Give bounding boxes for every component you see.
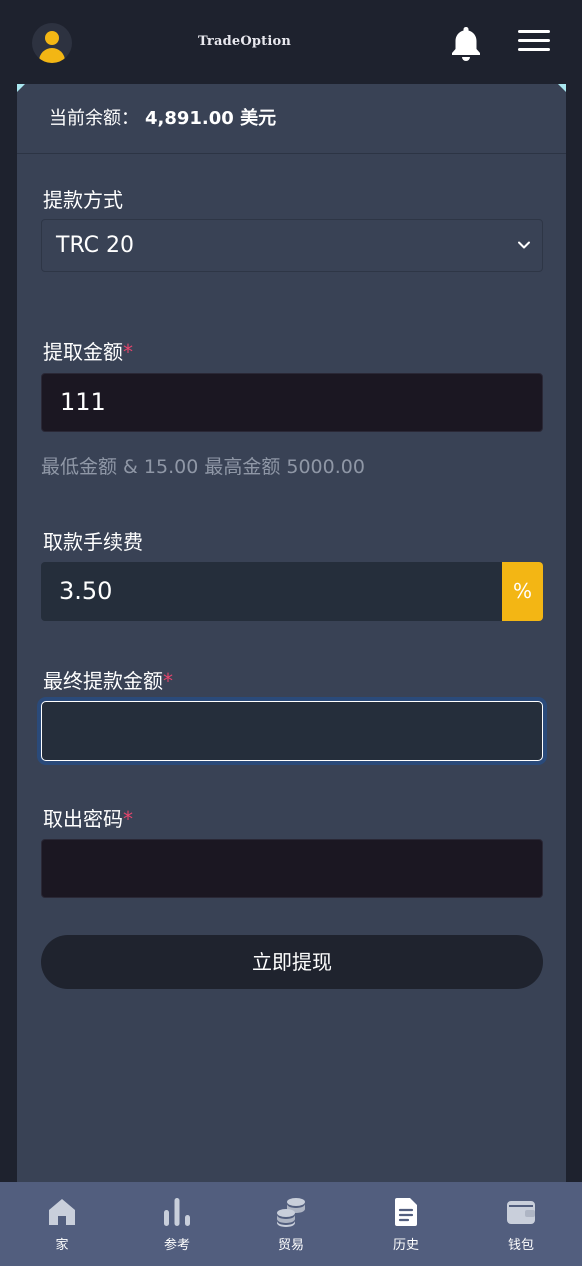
- withdraw-now-button[interactable]: 立即提现: [41, 935, 543, 989]
- required-mark: *: [163, 669, 173, 693]
- home-icon: [49, 1199, 75, 1225]
- nav-item-wallet[interactable]: 钱包: [476, 1182, 566, 1266]
- user-icon[interactable]: [32, 23, 72, 63]
- nav-item-trade[interactable]: 贸易: [246, 1182, 336, 1266]
- method-select[interactable]: TRC 20: [41, 219, 543, 272]
- balance-amount: 4,891.00 美元: [145, 108, 277, 129]
- nav-item-history[interactable]: 历史: [361, 1182, 451, 1266]
- withdraw-card: 当前余额： 4,891.00 美元 提款方式 TRC 20 提取金额* 111 最…: [17, 84, 566, 1182]
- bottom-nav: 家 参考 贸易 历史 钱包: [0, 1182, 582, 1266]
- nav-item-reference[interactable]: 参考: [132, 1182, 222, 1266]
- wallet-icon: [507, 1201, 535, 1224]
- final-amount-input[interactable]: [41, 701, 543, 761]
- fee-label: 取款手续费: [43, 530, 143, 554]
- bell-icon[interactable]: [448, 24, 484, 62]
- document-icon: [395, 1198, 417, 1226]
- limits-hint: 最低金额 & 15.00 最高金额 5000.00: [41, 456, 365, 478]
- password-label: 取出密码*: [43, 807, 133, 831]
- method-value: TRC 20: [56, 233, 134, 258]
- method-label: 提款方式: [43, 188, 123, 212]
- chevron-down-icon: [518, 241, 530, 249]
- final-amount-label: 最终提款金额*: [43, 669, 173, 693]
- balance-row: 当前余额： 4,891.00 美元: [17, 84, 566, 154]
- top-bar: TradeOption: [0, 0, 582, 84]
- password-input[interactable]: [41, 839, 543, 898]
- required-mark: *: [123, 807, 133, 831]
- balance-label: 当前余额：: [49, 108, 139, 129]
- hamburger-icon[interactable]: [518, 30, 550, 56]
- amount-input[interactable]: 111: [41, 373, 543, 432]
- brand-logo: TradeOption: [198, 34, 292, 49]
- coins-icon: [277, 1198, 305, 1227]
- fee-input: 3.50: [41, 562, 502, 621]
- required-mark: *: [123, 340, 133, 364]
- bar-chart-icon: [164, 1198, 190, 1226]
- amount-label: 提取金额*: [43, 340, 133, 364]
- nav-item-home[interactable]: 家: [17, 1182, 107, 1266]
- fee-field: 3.50 %: [41, 562, 543, 621]
- percent-addon: %: [502, 562, 543, 621]
